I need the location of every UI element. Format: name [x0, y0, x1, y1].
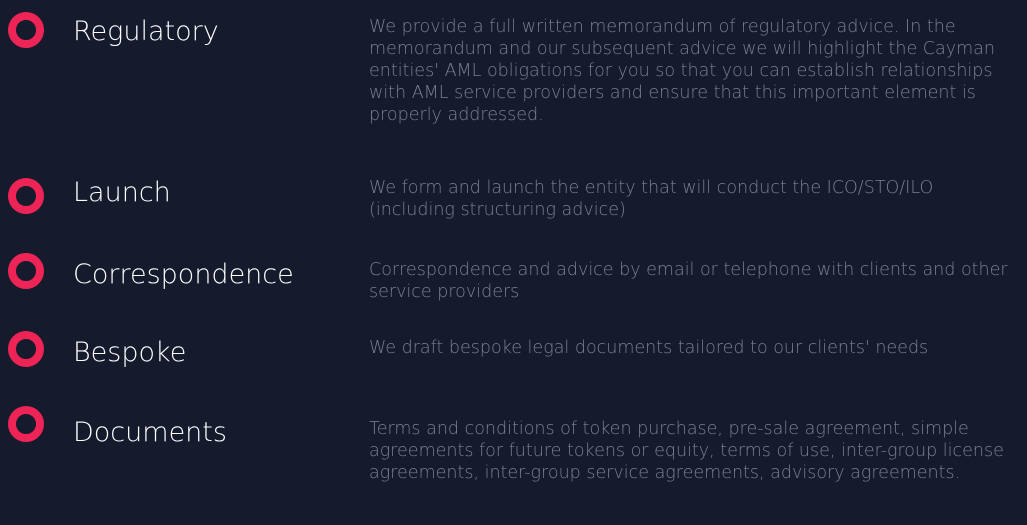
service-description: Correspondence and advice by email or te…	[369, 260, 1008, 302]
service-title: Launch	[73, 177, 171, 208]
ring-icon	[8, 178, 44, 214]
service-description: We provide a full written memorandum of …	[369, 17, 995, 125]
ring-icon	[8, 253, 44, 289]
service-title: Documents	[73, 417, 227, 448]
service-description: We form and launch the entity that will …	[369, 178, 934, 220]
service-title: Bespoke	[73, 337, 187, 368]
ring-icon	[8, 331, 44, 367]
service-description: Terms and conditions of token purchase, …	[369, 419, 1004, 483]
service-title: Regulatory	[73, 16, 219, 47]
service-description: We draft bespoke legal documents tailore…	[369, 338, 929, 358]
ring-icon	[8, 406, 44, 442]
service-title: Correspondence	[73, 259, 294, 290]
ring-icon	[8, 12, 44, 48]
